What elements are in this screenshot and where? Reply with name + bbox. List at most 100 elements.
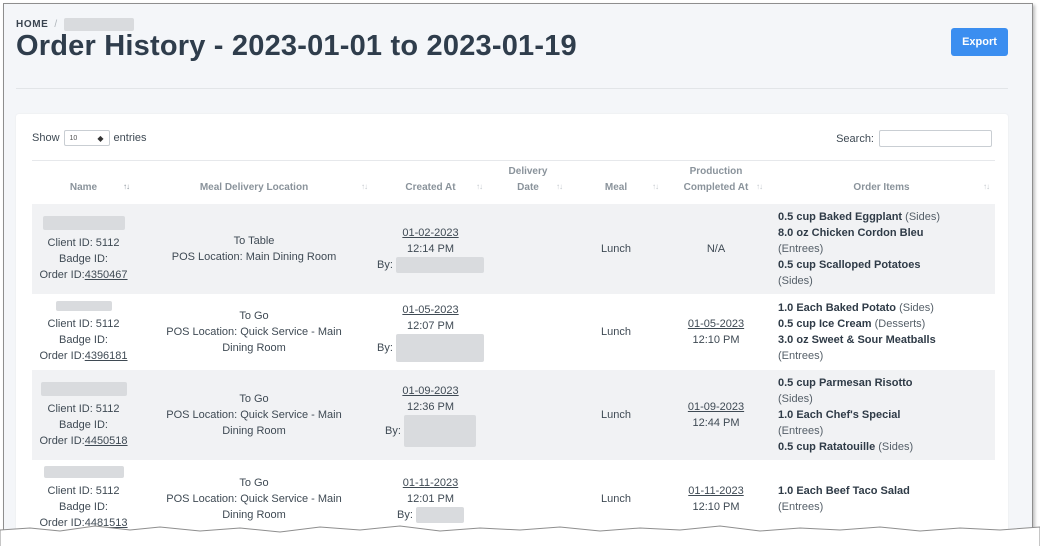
client-id: Client ID: 5112 xyxy=(47,236,120,249)
order-history-table: Name ↑↓ Meal Delivery Location ↑↓ Created … xyxy=(32,160,995,536)
sort-icon: ↑↓ xyxy=(123,182,130,191)
badge-id: Badge ID: xyxy=(59,418,108,431)
column-header-order-items[interactable]: Order Items ↑↓ xyxy=(768,160,995,204)
sort-icon: ↑↓ xyxy=(756,182,763,191)
item-category: (Sides) xyxy=(878,441,914,453)
delivery-date-cell xyxy=(488,294,568,370)
column-header-production[interactable]: Production Completed At ↑↓ xyxy=(664,160,768,204)
pos-location: POS Location: Quick Service - Main xyxy=(166,326,342,338)
table-row: Client ID: 5112 Badge ID: Order ID:43504… xyxy=(32,203,995,295)
created-time: 12:07 PM xyxy=(406,320,455,332)
entries-select-value: 10 xyxy=(69,134,78,142)
torn-edge-decoration xyxy=(0,525,1040,546)
order-items-cell: 1.0 Each Baked Potato (Sides) 0.5 cup Ic… xyxy=(768,294,995,370)
created-by-redacted xyxy=(403,415,476,447)
client-name-redacted xyxy=(43,466,124,478)
created-by-label: By: xyxy=(377,259,393,271)
item-category: (Entrees) xyxy=(778,500,824,513)
created-by-redacted xyxy=(395,334,484,362)
breadcrumb-home-link[interactable]: HOME xyxy=(16,19,48,30)
item-name: 1.0 Each Baked Potato xyxy=(778,302,896,314)
order-id-label: Order ID: xyxy=(39,350,85,362)
item-category: (Entrees) xyxy=(778,425,824,437)
select-arrows-icon: ◆ xyxy=(97,133,104,143)
item-category: (Desserts) xyxy=(874,318,926,330)
location-cell: To Go POS Location: Quick Service - Main… xyxy=(135,369,373,461)
location-cell: To Go POS Location: Quick Service - Main… xyxy=(135,294,373,370)
delivery-date-cell xyxy=(488,203,568,295)
client-name-redacted xyxy=(55,301,112,311)
entries-control: Show 10 ◆ entries xyxy=(32,130,147,146)
created-by-label: By: xyxy=(377,342,393,354)
production-cell: N/A xyxy=(664,203,768,295)
pos-location-cont: Dining Room xyxy=(222,425,286,437)
client-name-redacted xyxy=(40,381,127,396)
item-category: (Sides) xyxy=(899,302,934,314)
created-date-link[interactable]: 01-11-2023 xyxy=(403,477,458,489)
delivery-method: To Table xyxy=(233,235,275,247)
created-at-cell: 01-09-2023 12:36 PM By: xyxy=(373,369,488,461)
created-date-link[interactable]: 01-05-2023 xyxy=(402,304,458,316)
created-date-link[interactable]: 01-02-2023 xyxy=(402,227,458,239)
delivery-method: To Go xyxy=(239,393,269,405)
created-date-link[interactable]: 01-09-2023 xyxy=(402,385,458,397)
meal-cell: Lunch xyxy=(568,294,664,370)
production-date-link[interactable]: 01-05-2023 xyxy=(688,318,744,330)
order-items-cell: 0.5 cup Baked Eggplant (Sides) 8.0 oz Ch… xyxy=(768,203,995,295)
app-window: HOME / Order History - 2023-01-01 to 202… xyxy=(3,3,1033,543)
column-header-location[interactable]: Meal Delivery Location ↑↓ xyxy=(135,160,373,204)
breadcrumb-separator: / xyxy=(54,19,58,30)
pos-location: POS Location: Main Dining Room xyxy=(171,251,337,263)
item-category: (Sides) xyxy=(778,275,813,287)
item-name: 0.5 cup Baked Eggplant xyxy=(778,211,903,223)
item-name: 3.0 oz Sweet & Sour Meatballs xyxy=(778,334,936,346)
badge-id: Badge ID: xyxy=(59,334,108,346)
item-category: (Entrees) xyxy=(778,350,824,362)
column-header-label: Completed At xyxy=(683,182,749,193)
order-table-wrapper: Name ↑↓ Meal Delivery Location ↑↓ Created … xyxy=(32,160,995,536)
sort-icon: ↑↓ xyxy=(652,182,659,191)
sort-icon: ↑↓ xyxy=(361,182,368,191)
production-time: 12:10 PM xyxy=(692,500,740,513)
created-by-redacted xyxy=(395,257,484,273)
table-row: Client ID: 5112 Badge ID: Order ID:43961… xyxy=(32,294,995,370)
order-table-card: Show 10 ◆ entries Search: Name ↑↓ Meal D… xyxy=(16,114,1008,542)
item-name: 0.5 cup Ratatouille xyxy=(778,441,876,453)
table-header-row: Name ↑↓ Meal Delivery Location ↑↓ Created … xyxy=(32,160,995,204)
column-header-delivery-date[interactable]: Delivery Date ↑↓ xyxy=(488,160,568,204)
column-header-label: Order Items xyxy=(853,182,910,193)
order-id-link[interactable]: 4450518 xyxy=(85,435,128,447)
production-time: 12:10 PM xyxy=(692,334,740,346)
client-id: Client ID: 5112 xyxy=(47,318,120,330)
torn-edge-path xyxy=(0,525,1040,546)
client-name-redacted xyxy=(42,215,125,230)
pos-location-cont: Dining Room xyxy=(222,342,286,354)
column-header-label: Delivery xyxy=(508,166,548,177)
sort-icon: ↑↓ xyxy=(983,182,990,191)
name-cell: Client ID: 5112 Badge ID: Order ID:43961… xyxy=(32,294,135,370)
created-at-cell: 01-05-2023 12:07 PM By: xyxy=(373,294,488,370)
column-header-meal[interactable]: Meal ↑↓ xyxy=(568,160,664,204)
production-date-link[interactable]: 01-09-2023 xyxy=(688,401,744,413)
order-id-link[interactable]: 4350467 xyxy=(85,269,128,281)
search-label: Search: xyxy=(836,132,874,145)
created-time: 12:14 PM xyxy=(406,243,455,255)
export-button[interactable]: Export xyxy=(951,28,1008,56)
column-header-created[interactable]: Created At ↑↓ xyxy=(373,160,488,204)
production-date-link[interactable]: 01-11-2023 xyxy=(688,485,743,497)
order-id-label: Order ID: xyxy=(39,268,85,281)
entries-select[interactable]: 10 ◆ xyxy=(63,130,110,146)
item-name: 1.0 Each Chef's Special xyxy=(778,409,901,421)
pos-location: POS Location: Quick Service - Main xyxy=(166,492,342,505)
order-id-link[interactable]: 4396181 xyxy=(85,350,128,362)
production-cell: 01-09-2023 12:44 PM xyxy=(664,369,768,461)
production-cell: 01-05-2023 12:10 PM xyxy=(664,294,768,370)
created-at-cell: 01-02-2023 12:14 PM By: xyxy=(373,203,488,295)
location-cell: To Table POS Location: Main Dining Room xyxy=(135,203,373,295)
search-control: Search: xyxy=(836,130,992,147)
column-header-name[interactable]: Name ↑↓ xyxy=(32,160,135,204)
column-header-label: Name xyxy=(69,182,98,193)
order-id-label: Order ID: xyxy=(39,434,85,447)
delivery-date-cell xyxy=(488,369,568,461)
search-input[interactable] xyxy=(879,130,992,147)
